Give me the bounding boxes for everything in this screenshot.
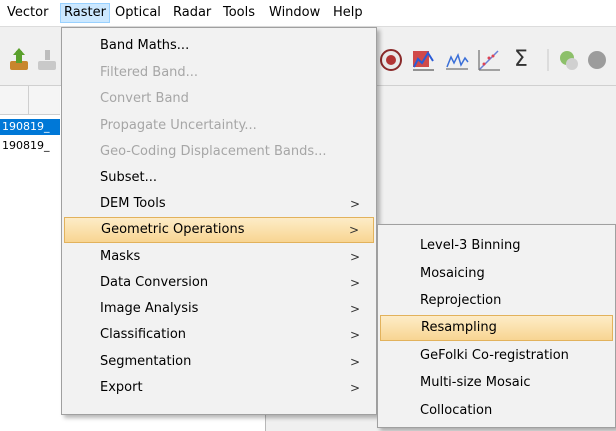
menu-item-dem-tools[interactable]: DEM Tools > <box>64 191 374 217</box>
menu-item-label: Filtered Band... <box>100 65 199 80</box>
geometric-operations-submenu: Level-3 Binning Mosaicing Reprojection R… <box>377 224 616 428</box>
menu-item-geometric-operations[interactable]: Geometric Operations > <box>64 217 374 243</box>
submenu-arrow-icon: > <box>349 381 360 395</box>
submenu-arrow-icon: > <box>349 328 360 342</box>
menu-item-export[interactable]: Export > <box>64 375 374 401</box>
raster-menu: Band Maths... Filtered Band... Convert B… <box>61 27 377 415</box>
menu-item-filtered-band: Filtered Band... <box>64 60 374 86</box>
menu-item-label: Classification <box>100 327 187 342</box>
menu-radar[interactable]: Radar <box>170 3 214 23</box>
submenu-arrow-icon: > <box>349 250 360 264</box>
menu-vector[interactable]: Vector <box>4 3 51 23</box>
menu-item-label: Resampling <box>421 320 497 335</box>
menu-item-label: Image Analysis <box>100 301 199 316</box>
menu-item-label: Masks <box>100 249 141 264</box>
menu-item-masks[interactable]: Masks > <box>64 244 374 270</box>
product-row[interactable]: 190819_ <box>0 138 60 154</box>
menu-item-label: Mosaicing <box>420 266 485 281</box>
menu-item-mosaicing[interactable]: Mosaicing <box>380 261 613 287</box>
menu-item-label: Geo-Coding Displacement Bands... <box>100 144 327 159</box>
menu-item-multi-size-mosaic[interactable]: Multi-size Mosaic <box>380 370 613 396</box>
menu-item-label: Segmentation <box>100 354 192 369</box>
panel-header <box>0 86 60 115</box>
menu-bar: Vector Raster Optical Radar Tools Window… <box>0 0 616 27</box>
menu-item-label: Subset... <box>100 170 158 185</box>
menu-item-classification[interactable]: Classification > <box>64 322 374 348</box>
profile-plot-icon[interactable] <box>444 47 470 73</box>
menu-tools[interactable]: Tools <box>220 3 258 23</box>
submenu-arrow-icon: > <box>349 276 360 290</box>
menu-item-convert-band: Convert Band <box>64 86 374 112</box>
mask-icon[interactable] <box>556 47 582 73</box>
menu-item-resampling[interactable]: Resampling <box>380 315 613 341</box>
menu-item-label: Band Maths... <box>100 38 190 53</box>
menu-item-collocation[interactable]: Collocation <box>380 398 613 424</box>
product-row[interactable]: 190819_ <box>0 119 60 135</box>
menu-item-label: Export <box>100 380 143 395</box>
menu-item-level-3-binning[interactable]: Level-3 Binning <box>380 233 613 259</box>
menu-item-data-conversion[interactable]: Data Conversion > <box>64 270 374 296</box>
menu-item-label: DEM Tools <box>100 196 166 211</box>
menu-item-label: Level-3 Binning <box>420 238 521 253</box>
statistics-sigma-icon[interactable]: Σ <box>508 47 534 73</box>
menu-item-segmentation[interactable]: Segmentation > <box>64 349 374 375</box>
spectrum-view-icon[interactable] <box>410 47 436 73</box>
menu-item-reprojection[interactable]: Reprojection <box>380 288 613 314</box>
menu-item-label: Geometric Operations <box>101 222 245 237</box>
column-divider <box>28 86 29 114</box>
submenu-arrow-icon: > <box>349 197 360 211</box>
menu-item-image-analysis[interactable]: Image Analysis > <box>64 296 374 322</box>
submenu-arrow-icon: > <box>348 223 359 237</box>
menu-item-subset[interactable]: Subset... <box>64 165 374 191</box>
menu-raster[interactable]: Raster <box>60 3 110 23</box>
mask-manager-icon[interactable] <box>584 47 610 73</box>
menu-item-propagate-uncertainty: Propagate Uncertainty... <box>64 113 374 139</box>
submenu-arrow-icon: > <box>349 355 360 369</box>
upload-icon[interactable] <box>6 47 32 73</box>
menu-item-label: Collocation <box>420 403 493 418</box>
menu-help[interactable]: Help <box>330 3 366 23</box>
menu-window[interactable]: Window <box>266 3 323 23</box>
menu-item-label: Multi-size Mosaic <box>420 375 531 390</box>
menu-item-band-maths[interactable]: Band Maths... <box>64 33 374 59</box>
information-icon[interactable] <box>378 47 404 73</box>
menu-item-gefolki-co-registration[interactable]: GeFolki Co-registration <box>380 343 613 369</box>
menu-item-label: Reprojection <box>420 293 502 308</box>
submenu-arrow-icon: > <box>349 302 360 316</box>
menu-optical[interactable]: Optical <box>112 3 164 23</box>
menu-item-label: Data Conversion <box>100 275 209 290</box>
menu-item-label: GeFolki Co-registration <box>420 348 569 363</box>
download-icon[interactable] <box>34 47 60 73</box>
menu-item-geo-coding-displacement: Geo-Coding Displacement Bands... <box>64 139 374 165</box>
scatter-plot-icon[interactable] <box>476 47 502 73</box>
menu-item-label: Convert Band <box>100 91 189 106</box>
menu-item-label: Propagate Uncertainty... <box>100 118 257 133</box>
